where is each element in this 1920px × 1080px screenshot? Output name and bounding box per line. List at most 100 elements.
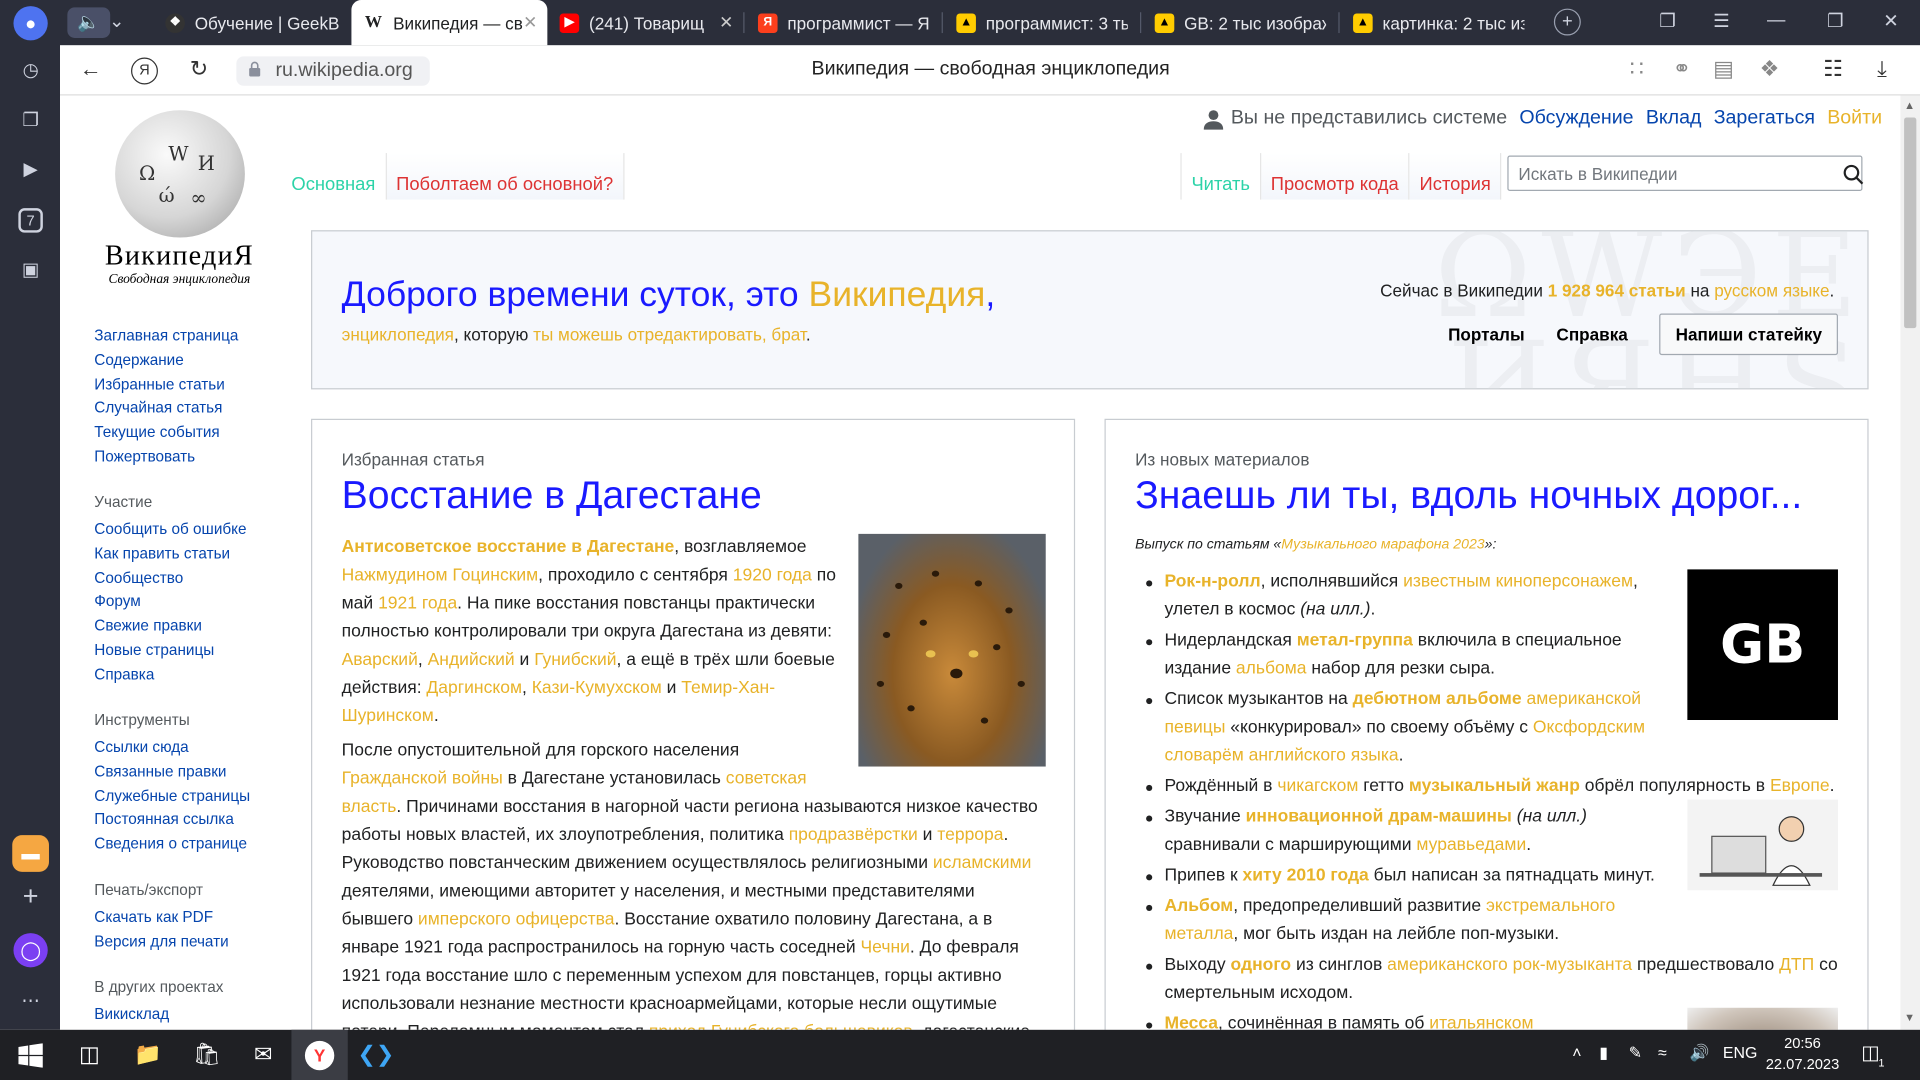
close-window-icon[interactable]: ✕ bbox=[1883, 10, 1898, 32]
tab-yandex-search[interactable]: Я программист — Ян bbox=[746, 0, 942, 45]
did-you-know-title[interactable]: Знаешь ли ты, вдоль ночных дорог... bbox=[1135, 473, 1802, 518]
wikipedia-link[interactable]: Википедия bbox=[809, 276, 986, 315]
collections-button-icon[interactable]: ☷ bbox=[1823, 56, 1843, 82]
headphones-icon[interactable]: ⚭ bbox=[1673, 56, 1691, 82]
tab-talk[interactable]: Поболтаем об основной? bbox=[385, 153, 625, 200]
search-input[interactable]: Искать в Википедии bbox=[1507, 155, 1863, 192]
nav-item-contents[interactable]: Содержание bbox=[94, 349, 238, 373]
tab-groups-icon[interactable]: ❐ bbox=[1659, 10, 1675, 32]
nav-item[interactable]: Ссылки сюда bbox=[94, 736, 250, 760]
minimize-icon[interactable]: — bbox=[1767, 10, 1785, 31]
featured-title[interactable]: Восстание в Дагестане bbox=[342, 473, 762, 518]
register-link[interactable]: Зарегаться bbox=[1714, 108, 1815, 130]
nav-item[interactable]: Свежие правки bbox=[94, 615, 246, 639]
discussion-link[interactable]: Обсуждение bbox=[1519, 108, 1633, 130]
nav-item[interactable]: Скачать как PDF bbox=[94, 906, 228, 930]
back-arrow-icon[interactable]: ← bbox=[80, 56, 102, 82]
nav-item[interactable]: Сообщить об ошибке bbox=[94, 518, 246, 542]
sound-icon[interactable]: 🔈 bbox=[67, 7, 110, 38]
store-icon[interactable]: 🛍 bbox=[179, 1030, 235, 1080]
nav-item[interactable]: Связанные правки bbox=[94, 760, 250, 784]
extensions-icon[interactable]: ∷ bbox=[1630, 56, 1644, 82]
yandex-browser-taskbar-icon[interactable]: Y bbox=[291, 1029, 348, 1080]
tab-yandex-images-2[interactable]: ▲ GB: 2 тыс изображ bbox=[1142, 0, 1338, 45]
video-icon[interactable]: ▶ bbox=[13, 152, 47, 186]
mail-icon[interactable]: ✉ bbox=[235, 1030, 291, 1080]
edit-link[interactable]: ты можешь отредактировать, брат bbox=[533, 324, 806, 344]
article-count-link[interactable]: 1 928 964 статьи bbox=[1548, 280, 1686, 300]
nav-item-featured[interactable]: Избранные статьи bbox=[94, 373, 238, 397]
scrollbar-thumb[interactable] bbox=[1904, 117, 1917, 329]
tab-geekbrains[interactable]: ❖ Обучение | GeekBr bbox=[153, 0, 351, 45]
history-icon[interactable]: ◷ bbox=[13, 53, 47, 87]
marathon-link[interactable]: Музыкального марафона 2023 bbox=[1281, 538, 1484, 553]
collections-icon[interactable]: ❐ bbox=[13, 103, 47, 137]
contributions-link[interactable]: Вклад bbox=[1646, 108, 1702, 130]
help-link[interactable]: Справка bbox=[1556, 324, 1627, 344]
tab-youtube[interactable]: ▶ (241) Товарищ ✕ bbox=[547, 0, 743, 45]
nav-item[interactable]: Служебные страницы bbox=[94, 784, 250, 808]
tab-yandex-images-1[interactable]: ▲ программист: 3 ты bbox=[944, 0, 1140, 45]
scroll-up-icon[interactable]: ▲ bbox=[1904, 99, 1915, 111]
nav-item[interactable]: Сообщество bbox=[94, 566, 246, 590]
portals-link[interactable]: Порталы bbox=[1448, 324, 1525, 344]
url-field[interactable]: ru.wikipedia.org bbox=[236, 56, 430, 86]
bookmark-icon[interactable]: ❖ bbox=[1760, 56, 1780, 82]
clock[interactable]: 20:56 22.07.2023 bbox=[1766, 1033, 1840, 1075]
wifi-icon[interactable]: ≈ bbox=[1658, 1043, 1667, 1061]
menu-icon[interactable]: ☰ bbox=[1713, 10, 1729, 32]
volume-icon[interactable]: 🔊 bbox=[1690, 1043, 1710, 1063]
tab-yandex-images-3[interactable]: ▲ картинка: 2 тыс из bbox=[1341, 0, 1537, 45]
nav-item[interactable]: Как править статьи bbox=[94, 542, 246, 566]
nav-item-donate[interactable]: Пожертвовать bbox=[94, 446, 238, 470]
nav-item[interactable]: Справка bbox=[94, 663, 246, 687]
file-explorer-icon[interactable]: 📁 bbox=[120, 1030, 176, 1080]
encyclopedia-link[interactable]: энциклопедия bbox=[342, 324, 454, 344]
login-link[interactable]: Войти bbox=[1827, 108, 1882, 130]
nav-item-main-page[interactable]: Заглавная страница bbox=[94, 324, 238, 348]
tab-read[interactable]: Читать bbox=[1180, 153, 1260, 200]
nav-item[interactable]: Форум bbox=[94, 591, 246, 615]
add-panel-icon[interactable]: + bbox=[13, 879, 47, 913]
nav-item[interactable]: Сведения о странице bbox=[94, 833, 250, 857]
yandex-home-icon[interactable]: Я bbox=[131, 57, 158, 85]
nav-item-current-events[interactable]: Текущие события bbox=[94, 421, 238, 445]
language-indicator[interactable]: ENG bbox=[1723, 1043, 1757, 1061]
close-tab-icon[interactable]: ✕ bbox=[719, 12, 733, 33]
app-shortcut-icon[interactable]: ▬ bbox=[12, 835, 49, 872]
tab-history[interactable]: История bbox=[1408, 153, 1502, 200]
tabs-menu-chevron-icon[interactable]: ⌄ bbox=[109, 10, 124, 32]
restore-icon[interactable]: ❐ bbox=[1827, 10, 1843, 32]
download-icon[interactable]: ⤓ bbox=[1877, 56, 1887, 82]
screenshot-icon[interactable]: ▣ bbox=[13, 252, 47, 286]
vscode-icon[interactable]: ❮❯ bbox=[348, 1030, 404, 1080]
pen-icon[interactable]: ✎ bbox=[1629, 1043, 1642, 1063]
task-view-icon[interactable]: ◫ bbox=[61, 1030, 117, 1080]
alice-assistant-icon[interactable]: ◯ bbox=[13, 933, 48, 968]
nav-item-random[interactable]: Случайная статья bbox=[94, 397, 238, 421]
reader-mode-icon[interactable]: ▤ bbox=[1713, 56, 1734, 82]
page-scrollbar[interactable]: ▲ ▼ bbox=[1900, 95, 1920, 1030]
wikipedia-logo[interactable]: W Ω И ώ ∞ ВикипедиЯ Свободная энциклопед… bbox=[91, 110, 269, 294]
leopard-image[interactable] bbox=[858, 533, 1046, 767]
more-icon[interactable]: ⋯ bbox=[13, 983, 47, 1017]
nav-item[interactable]: Постоянная ссылка bbox=[94, 809, 250, 833]
close-tab-icon[interactable]: ✕ bbox=[523, 12, 537, 33]
start-icon[interactable] bbox=[2, 1030, 58, 1080]
new-tab-button[interactable]: + bbox=[1553, 8, 1581, 36]
language-link[interactable]: русском языке bbox=[1714, 280, 1829, 300]
tab-wikipedia[interactable]: W Википедия — св ✕ bbox=[351, 0, 548, 46]
reload-icon[interactable]: ↻ bbox=[190, 56, 208, 82]
nav-item[interactable]: Версия для печати bbox=[94, 930, 228, 954]
tab-view-source[interactable]: Просмотр кода bbox=[1259, 153, 1409, 200]
write-article-button[interactable]: Напиши статейку bbox=[1659, 313, 1838, 356]
nav-item[interactable]: Новые страницы bbox=[94, 639, 246, 663]
profile-avatar[interactable]: ● bbox=[13, 6, 48, 41]
battery-icon[interactable]: ▮ bbox=[1599, 1043, 1608, 1063]
scroll-down-icon[interactable]: ▼ bbox=[1904, 1011, 1915, 1023]
calendar-badge[interactable]: 7 bbox=[18, 208, 43, 233]
nav-item[interactable]: Викисклад bbox=[94, 1003, 223, 1027]
search-icon[interactable] bbox=[1843, 164, 1864, 185]
tray-chevron-icon[interactable]: ˄ bbox=[1572, 1043, 1581, 1061]
notifications-icon[interactable]: ◫ bbox=[1861, 1041, 1880, 1065]
